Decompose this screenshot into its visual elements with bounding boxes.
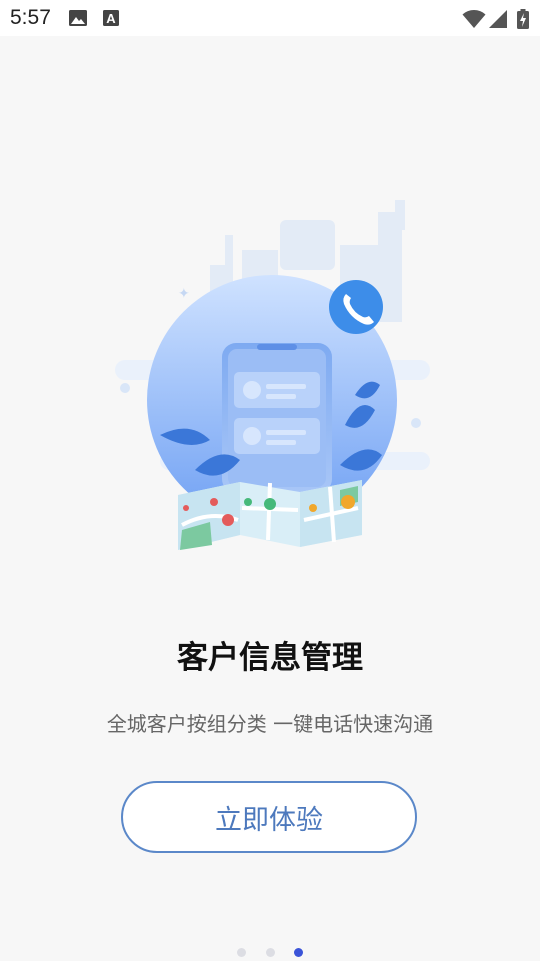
map-pin-icon	[244, 498, 252, 506]
map-pin-icon	[264, 498, 276, 510]
sparkle-icon: ✦	[178, 286, 190, 302]
phone-illustration	[222, 343, 332, 493]
map-pin-icon	[341, 495, 355, 509]
onboarding-illustration: ✦ ✦	[115, 200, 430, 550]
battery-charging-icon	[517, 9, 529, 29]
map-pin-icon	[222, 514, 234, 526]
map-pin-icon	[309, 504, 317, 512]
wifi-icon	[462, 10, 486, 28]
text-a-icon: A	[103, 10, 119, 26]
status-time: 5:57	[10, 6, 51, 29]
page-dot[interactable]	[237, 948, 247, 957]
page-indicator	[0, 942, 540, 961]
map-illustration	[178, 480, 362, 550]
svg-text:A: A	[106, 11, 116, 26]
onboarding-subtitle: 全城客户按组分类 一键电话快速沟通	[106, 712, 434, 736]
phone-call-badge	[329, 280, 383, 334]
page-dot[interactable]	[265, 948, 275, 957]
map-pin-icon	[210, 498, 218, 506]
page-dot-active[interactable]	[293, 948, 303, 957]
try-now-button[interactable]: 立即体验	[121, 781, 417, 853]
signal-icon	[489, 10, 507, 28]
status-bar: 5:57 A	[0, 0, 540, 36]
onboarding-title: 客户信息管理	[177, 640, 363, 676]
image-icon	[69, 10, 87, 26]
map-pin-icon	[183, 505, 189, 511]
